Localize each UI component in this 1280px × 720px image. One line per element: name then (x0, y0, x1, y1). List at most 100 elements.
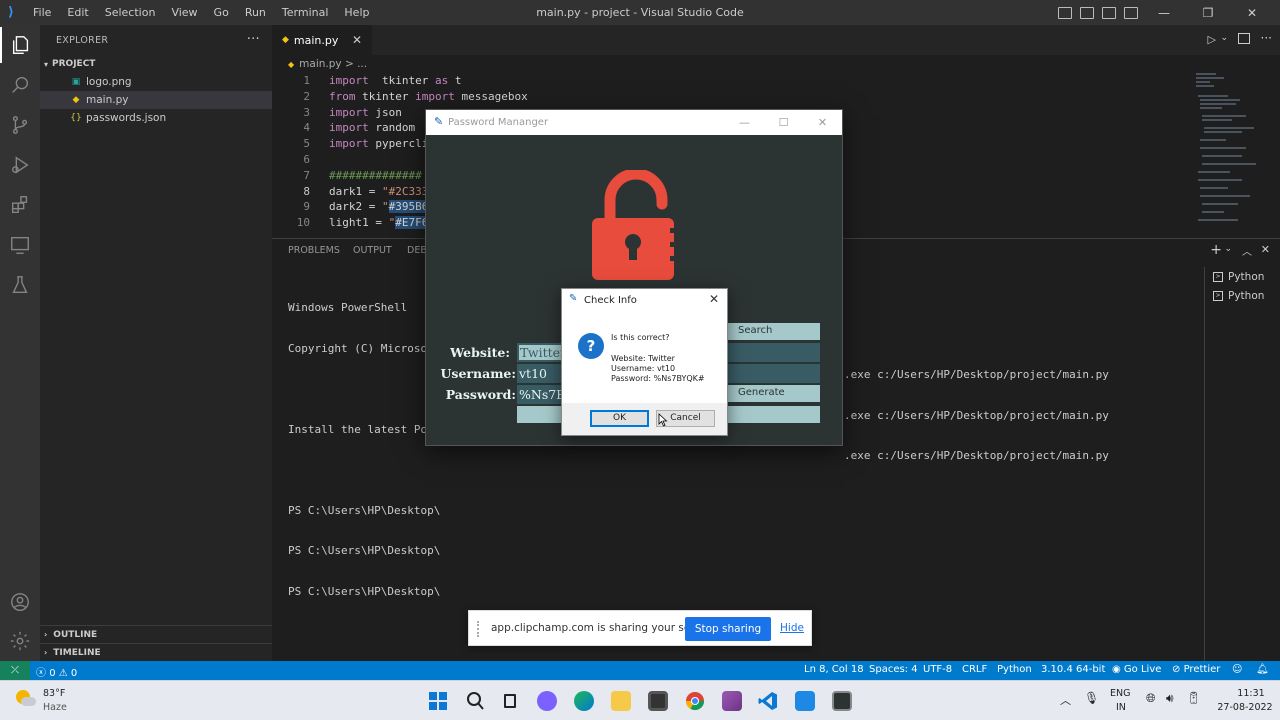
language-mode[interactable]: Python (997, 664, 1032, 675)
file-item[interactable]: ◆ main.py (40, 91, 272, 109)
tab-problems[interactable]: PROBLEMS (288, 245, 340, 256)
chevron-up-icon[interactable]: ︿ (1060, 692, 1071, 708)
ok-button[interactable]: OK (590, 410, 649, 427)
minimize-button[interactable]: — (1146, 6, 1182, 20)
toggle-secondary-sidebar-icon[interactable] (1102, 6, 1116, 19)
terminal-output[interactable]: Windows PowerShell Copyright (C) Microso… (288, 274, 440, 625)
terminal-item[interactable]: > Python (1205, 267, 1280, 286)
search-button[interactable]: Search (728, 323, 820, 340)
new-terminal-icon[interactable]: + (1210, 242, 1222, 258)
remote-explorer-icon[interactable] (0, 227, 40, 263)
battery-icon[interactable]: 🔋︎ (1186, 691, 1201, 705)
weather-icon[interactable] (16, 690, 36, 710)
settings-gear-icon[interactable] (0, 623, 40, 659)
stop-sharing-button[interactable]: Stop sharing (685, 617, 771, 641)
file-explorer-icon[interactable] (609, 689, 633, 713)
close-panel-icon[interactable]: ✕ (1261, 243, 1270, 256)
microphone-icon[interactable]: 🎙︎ (1084, 691, 1099, 705)
terminal-item[interactable]: > Python (1205, 286, 1280, 305)
run-debug-icon[interactable] (0, 147, 40, 183)
restore-button[interactable]: ❐ (1190, 6, 1226, 20)
menu-go[interactable]: Go (213, 6, 230, 19)
camera-app-icon[interactable] (646, 689, 670, 713)
line-number: 10 (296, 216, 310, 230)
file-item[interactable]: ▣ logo.png (40, 73, 272, 91)
close-window-button[interactable]: ✕ (1234, 6, 1270, 20)
dialog-password: Password: %Ns7BYQK# (611, 374, 705, 383)
remote-icon[interactable]: ⤫ (0, 661, 30, 680)
code-text: dark1 = "#2C333 (329, 184, 428, 200)
toggle-sidebar-icon[interactable] (1058, 6, 1072, 19)
line-ending[interactable]: CRLF (962, 664, 987, 675)
drag-handle-icon[interactable] (477, 621, 481, 637)
breadcrumb[interactable]: ◆ main.py > ... (272, 55, 1192, 73)
more-actions-icon[interactable]: ··· (247, 32, 260, 47)
encoding[interactable]: UTF-8 (923, 664, 952, 675)
timeline-section[interactable]: › TIMELINE (40, 643, 272, 661)
clock-date[interactable]: 27-08-2022 (1212, 702, 1278, 713)
chevron-down-icon[interactable]: ⌄ (1224, 244, 1232, 254)
speaker-icon[interactable]: 🔊︎ (1166, 691, 1174, 706)
pm-close-button[interactable]: ✕ (803, 110, 842, 135)
menu-help[interactable]: Help (343, 6, 370, 19)
run-python-file-icon[interactable]: ▷ (1208, 33, 1216, 46)
source-control-icon[interactable] (0, 107, 40, 143)
edge-browser-icon[interactable] (572, 689, 596, 713)
vscode-taskbar-icon[interactable] (756, 689, 780, 713)
cursor-position[interactable]: Ln 8, Col 18 (804, 664, 864, 675)
minimap[interactable] (1192, 55, 1280, 238)
menu-file[interactable]: File (32, 6, 52, 19)
menu-view[interactable]: View (170, 6, 198, 19)
account-icon[interactable] (0, 584, 40, 620)
task-view-icon[interactable] (498, 689, 522, 713)
notifications-bell-icon[interactable]: 🔔︎ (1256, 664, 1269, 675)
close-tab-icon[interactable]: ✕ (352, 33, 362, 47)
chrome-browser-icon[interactable] (683, 689, 707, 713)
clock-time[interactable]: 11:31 (1224, 688, 1278, 699)
tab-main-py[interactable]: ◆ main.py ✕ (272, 25, 372, 55)
pm-maximize-button[interactable]: ☐ (764, 110, 803, 135)
toggle-panel-icon[interactable] (1080, 6, 1094, 19)
problems-status[interactable]: ⓧ 0 ⚠ 0 (36, 664, 77, 679)
lang-secondary[interactable]: IN (1116, 702, 1126, 713)
generate-button[interactable]: Generate (728, 385, 820, 402)
chevron-down-icon: ▾ (44, 59, 49, 69)
python-file-icon: ◆ (72, 95, 80, 105)
extensions-icon[interactable] (0, 187, 40, 223)
outline-section[interactable]: › OUTLINE (40, 625, 272, 643)
search-icon[interactable] (0, 67, 40, 103)
menu-terminal[interactable]: Terminal (281, 6, 330, 19)
prettier-status[interactable]: ⊘ Prettier (1172, 664, 1220, 675)
go-live-button[interactable]: ◉ Go Live (1112, 664, 1161, 675)
tab-output[interactable]: OUTPUT (353, 245, 392, 256)
chat-icon[interactable] (535, 689, 559, 713)
menu-selection[interactable]: Selection (104, 6, 157, 19)
terminal-line: PS C:\Users\HP\Desktop\ (288, 503, 441, 517)
chevron-down-icon[interactable]: ⌄ (1220, 33, 1228, 43)
code-text: from tkinter import messagebox (329, 89, 528, 105)
clipchamp-icon[interactable] (720, 689, 744, 713)
python-window-icon[interactable] (830, 689, 854, 713)
menu-edit[interactable]: Edit (66, 6, 89, 19)
search-icon[interactable] (463, 689, 487, 713)
python-interpreter[interactable]: 3.10.4 64-bit (1041, 664, 1105, 675)
monitor-app-icon[interactable] (793, 689, 817, 713)
indentation[interactable]: Spaces: 4 (869, 664, 918, 675)
dialog-close-button[interactable]: ✕ (709, 292, 719, 306)
project-folder[interactable]: ▾ PROJECT (40, 55, 272, 73)
pm-minimize-button[interactable]: — (725, 110, 764, 135)
network-globe-icon[interactable]: 🌐︎ (1146, 691, 1156, 706)
maximize-panel-icon[interactable]: ︿ (1242, 243, 1252, 258)
code-token: import (329, 74, 369, 87)
feedback-icon[interactable]: ☺ (1232, 664, 1242, 675)
explorer-icon[interactable] (0, 27, 40, 63)
menu-run[interactable]: Run (244, 6, 267, 19)
customize-layout-icon[interactable] (1124, 6, 1138, 19)
hide-link[interactable]: Hide (780, 622, 804, 634)
windows-start-icon[interactable] (426, 689, 450, 713)
file-item[interactable]: {} passwords.json (40, 109, 272, 127)
split-editor-icon[interactable] (1238, 33, 1250, 44)
lang-primary[interactable]: ENG (1110, 688, 1130, 699)
testing-icon[interactable] (0, 267, 40, 303)
more-actions-icon[interactable]: ··· (1261, 31, 1272, 45)
